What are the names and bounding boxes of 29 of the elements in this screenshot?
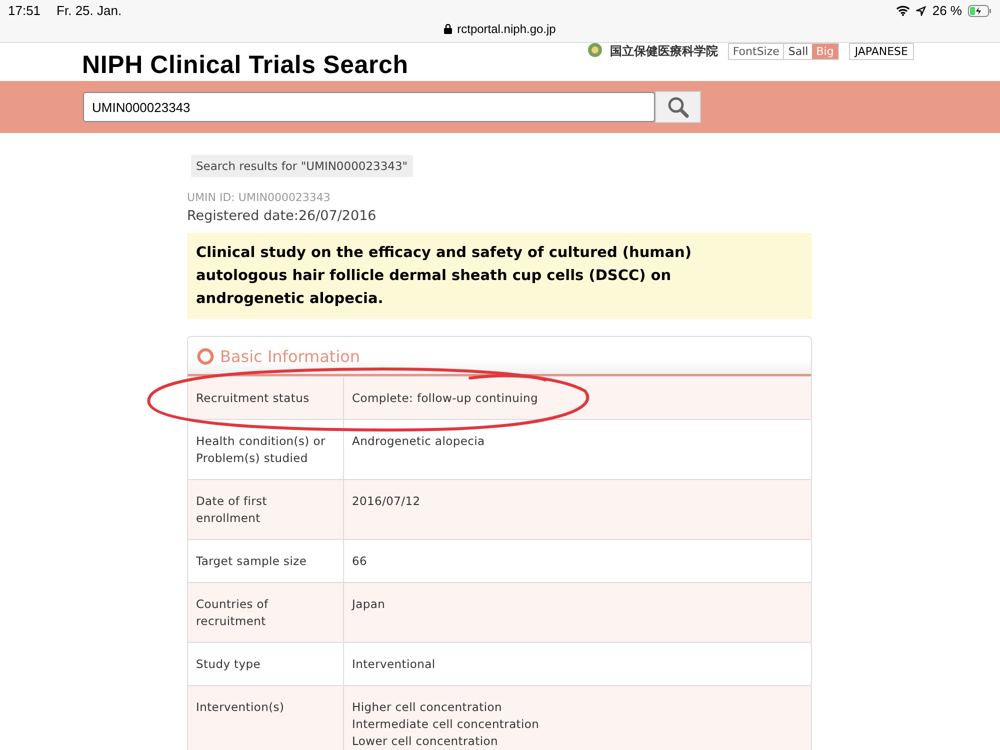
lock-icon	[444, 24, 452, 34]
table-cell: Japan	[344, 582, 811, 642]
table-cell: Higher cell concentration Intermediate cell concentration Lower cell concentration	[344, 686, 811, 750]
status-time: 17:51	[8, 3, 41, 18]
search-field[interactable]: UMIN000023343	[83, 92, 655, 122]
url-text[interactable]: rctportal.niph.go.jp	[457, 22, 556, 36]
search-results-label: Search results for "UMIN000023343"	[191, 155, 413, 177]
table-cell: 2016/07/12	[344, 480, 811, 540]
table-cell: Recruitment status	[188, 376, 344, 420]
circle-icon	[197, 348, 214, 365]
institute-name: 国立保健医療科学院	[610, 43, 718, 60]
table-cell: Countries of recruitment	[188, 582, 344, 642]
site-title: NIPH Clinical Trials Search	[82, 51, 408, 81]
status-date: Fr. 25. Jan.	[56, 3, 122, 18]
table-cell: Intervention(s)	[188, 686, 344, 750]
search-button[interactable]	[655, 91, 701, 123]
language-button[interactable]: JAPANESE	[848, 43, 914, 60]
study-title: Clinical study on the efficacy and safety of cultured (human) autologous hair follicle dermal sheath cup cells (DSCC) on androgenetic alopecia.	[187, 233, 812, 319]
section-title: Basic Information	[220, 347, 360, 366]
location-icon	[916, 6, 926, 16]
umin-id: UMIN ID: UMIN000023343	[187, 191, 332, 204]
table-cell: Date of first enrollment	[188, 480, 344, 540]
emblem-icon	[586, 43, 604, 57]
registered-date: Registered date:26/07/2016	[187, 208, 378, 224]
table-cell: Complete: follow-up continuing	[344, 376, 811, 420]
battery-percent: 26 %	[932, 3, 962, 18]
battery-icon	[968, 4, 992, 16]
search-icon	[667, 96, 689, 118]
wifi-icon	[896, 5, 910, 16]
